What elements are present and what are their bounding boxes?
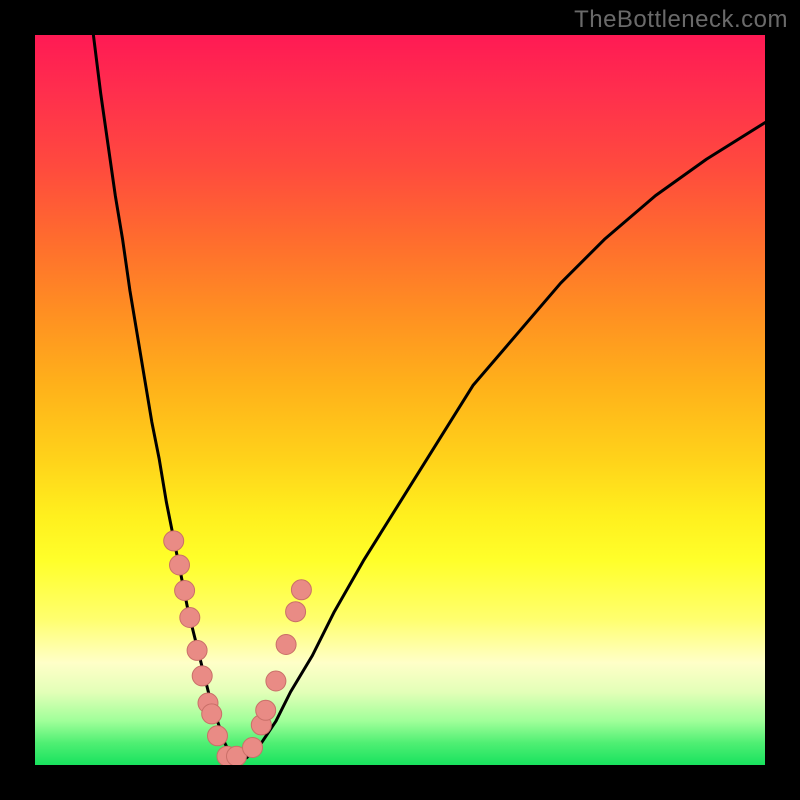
marker-dot <box>208 726 228 746</box>
plot-area <box>35 35 765 765</box>
chart-frame: TheBottleneck.com <box>0 0 800 800</box>
marker-dot <box>202 704 222 724</box>
marker-dot <box>175 581 195 601</box>
marker-dot <box>266 671 286 691</box>
marker-dot <box>180 608 200 628</box>
marker-dot <box>192 666 212 686</box>
watermark-text: TheBottleneck.com <box>574 6 788 34</box>
marker-dot <box>170 555 190 575</box>
marker-dot <box>286 602 306 622</box>
marker-dot <box>276 635 296 655</box>
marker-dot <box>187 640 207 660</box>
marker-dot <box>256 700 276 720</box>
marker-dot <box>164 531 184 551</box>
marker-dot <box>291 580 311 600</box>
sample-markers <box>164 531 312 765</box>
bottleneck-curve-svg <box>35 35 765 765</box>
marker-dot <box>243 738 263 758</box>
